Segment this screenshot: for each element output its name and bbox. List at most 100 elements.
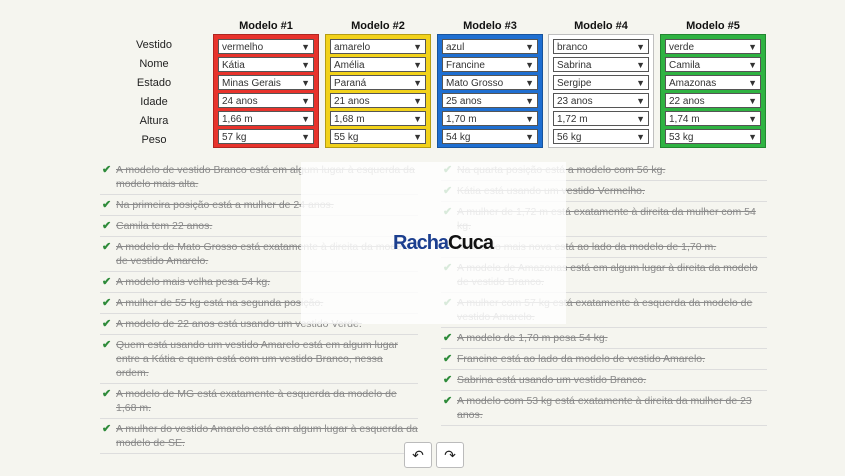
select-value: Francine bbox=[446, 60, 485, 71]
racha-cuca-logo: RachaCuca bbox=[393, 232, 494, 254]
attribute-select[interactable]: Mato Grosso ▼ bbox=[442, 75, 538, 90]
check-icon: ✔ bbox=[443, 374, 453, 386]
attribute-select[interactable]: 56 kg ▼ bbox=[553, 129, 649, 144]
chevron-down-icon: ▼ bbox=[636, 78, 645, 88]
chevron-down-icon: ▼ bbox=[413, 132, 422, 142]
chevron-down-icon: ▼ bbox=[748, 78, 757, 88]
chevron-down-icon: ▼ bbox=[525, 60, 534, 70]
attribute-select[interactable]: 57 kg ▼ bbox=[218, 129, 314, 144]
check-icon: ✔ bbox=[102, 241, 112, 253]
model-box: verde ▼ Camila ▼ Amazonas ▼ 22 anos ▼ 1,74 m ▼ 53 … bbox=[660, 34, 766, 148]
clue-item[interactable]: ✔ A modelo com 53 kg está exatamente à di… bbox=[441, 391, 767, 426]
select-value: 1,74 m bbox=[669, 114, 700, 125]
attribute-select[interactable]: 53 kg ▼ bbox=[665, 129, 761, 144]
chevron-down-icon: ▼ bbox=[413, 60, 422, 70]
clue-item[interactable]: ✔ Quem está usando um vestido Amarelo est… bbox=[100, 335, 418, 384]
attribute-select[interactable]: 24 anos ▼ bbox=[218, 93, 314, 108]
select-value: 57 kg bbox=[222, 132, 247, 143]
row-label: Altura bbox=[139, 115, 169, 127]
clue-item[interactable]: ✔ A modelo de MG está exatamente à esquer… bbox=[100, 384, 418, 419]
attribute-select[interactable]: Kátia ▼ bbox=[218, 57, 314, 72]
select-value: Mato Grosso bbox=[446, 78, 504, 89]
attribute-select[interactable]: 1,66 m ▼ bbox=[218, 111, 314, 126]
redo-button[interactable]: ↷ bbox=[436, 442, 464, 468]
row-label: Peso bbox=[141, 134, 167, 146]
chevron-down-icon: ▼ bbox=[748, 96, 757, 106]
attribute-select[interactable]: Sergipe ▼ bbox=[553, 75, 649, 90]
clue-item[interactable]: ✔ Francine está ao lado da modelo de vest… bbox=[441, 349, 767, 370]
attribute-select[interactable]: Amélia ▼ bbox=[330, 57, 426, 72]
select-value: azul bbox=[446, 42, 465, 53]
model-box: amarelo ▼ Amélia ▼ Paraná ▼ 21 anos ▼ 1,68 m ▼ 55 … bbox=[325, 34, 431, 148]
select-value: 53 kg bbox=[669, 132, 694, 143]
attribute-select[interactable]: 1,68 m ▼ bbox=[330, 111, 426, 126]
clue-text: A modelo mais velha pesa 54 kg. bbox=[116, 276, 271, 288]
chevron-down-icon: ▼ bbox=[748, 132, 757, 142]
clue-text: A modelo com 53 kg está exatamente à dir… bbox=[457, 395, 752, 421]
attribute-select[interactable]: Minas Gerais ▼ bbox=[218, 75, 314, 90]
select-value: 56 kg bbox=[557, 132, 582, 143]
select-value: 1,68 m bbox=[334, 114, 365, 125]
attribute-select[interactable]: 23 anos ▼ bbox=[553, 93, 649, 108]
select-value: 22 anos bbox=[669, 96, 705, 107]
clue-text: Francine está ao lado da modelo de vesti… bbox=[457, 353, 706, 365]
attribute-select[interactable]: azul ▼ bbox=[442, 39, 538, 54]
redo-icon: ↷ bbox=[444, 447, 456, 463]
attribute-select[interactable]: 21 anos ▼ bbox=[330, 93, 426, 108]
chevron-down-icon: ▼ bbox=[636, 42, 645, 52]
clue-text: Camila tem 22 anos. bbox=[116, 220, 213, 232]
select-value: 25 anos bbox=[446, 96, 482, 107]
attribute-select[interactable]: 54 kg ▼ bbox=[442, 129, 538, 144]
attribute-select[interactable]: verde ▼ bbox=[665, 39, 761, 54]
attribute-select[interactable]: 1,74 m ▼ bbox=[665, 111, 761, 126]
select-value: 1,72 m bbox=[557, 114, 588, 125]
select-value: verde bbox=[669, 42, 695, 53]
check-icon: ✔ bbox=[102, 423, 112, 435]
clue-item[interactable]: ✔ A mulher do vestido Amarelo está em alg… bbox=[100, 419, 418, 454]
chevron-down-icon: ▼ bbox=[636, 60, 645, 70]
attribute-select[interactable]: Francine ▼ bbox=[442, 57, 538, 72]
attribute-select[interactable]: amarelo ▼ bbox=[330, 39, 426, 54]
select-value: 1,66 m bbox=[222, 114, 253, 125]
select-value: Amazonas bbox=[669, 78, 717, 89]
check-icon: ✔ bbox=[102, 339, 112, 351]
chevron-down-icon: ▼ bbox=[748, 60, 757, 70]
chevron-down-icon: ▼ bbox=[636, 132, 645, 142]
chevron-down-icon: ▼ bbox=[525, 78, 534, 88]
attribute-select[interactable]: Paraná ▼ bbox=[330, 75, 426, 90]
attribute-select[interactable]: Sabrina ▼ bbox=[553, 57, 649, 72]
select-value: 1,70 m bbox=[446, 114, 477, 125]
undo-button[interactable]: ↶ bbox=[404, 442, 432, 468]
select-value: branco bbox=[557, 42, 588, 53]
check-icon: ✔ bbox=[102, 388, 112, 400]
attribute-select[interactable]: 1,70 m ▼ bbox=[442, 111, 538, 126]
attribute-select[interactable]: Camila ▼ bbox=[665, 57, 761, 72]
attribute-select[interactable]: 25 anos ▼ bbox=[442, 93, 538, 108]
attribute-select[interactable]: branco ▼ bbox=[553, 39, 649, 54]
model-column: Modelo #4 branco ▼ Sabrina ▼ Sergipe ▼ 23 anos ▼… bbox=[548, 18, 654, 148]
chevron-down-icon: ▼ bbox=[748, 42, 757, 52]
clue-text: A mulher do vestido Amarelo está em algu… bbox=[116, 423, 418, 449]
select-value: 23 anos bbox=[557, 96, 593, 107]
clue-item[interactable]: ✔ Sabrina está usando um vestido Branco. bbox=[441, 370, 767, 391]
select-value: vermelho bbox=[222, 42, 264, 53]
check-icon: ✔ bbox=[102, 276, 112, 288]
attribute-select[interactable]: 1,72 m ▼ bbox=[553, 111, 649, 126]
attribute-select[interactable]: 22 anos ▼ bbox=[665, 93, 761, 108]
select-value: 55 kg bbox=[334, 132, 359, 143]
chevron-down-icon: ▼ bbox=[525, 96, 534, 106]
attribute-select[interactable]: 55 kg ▼ bbox=[330, 129, 426, 144]
clue-text: A mulher de 55 kg está na segunda posiçã… bbox=[116, 297, 324, 309]
model-box: branco ▼ Sabrina ▼ Sergipe ▼ 23 anos ▼ 1,72 m ▼ 56… bbox=[548, 34, 654, 148]
select-value: 24 anos bbox=[222, 96, 258, 107]
chevron-down-icon: ▼ bbox=[413, 42, 422, 52]
clue-item[interactable]: ✔ A modelo de 1,70 m pesa 54 kg. bbox=[441, 328, 767, 349]
undo-icon: ↶ bbox=[412, 447, 424, 463]
chevron-down-icon: ▼ bbox=[525, 114, 534, 124]
attribute-select[interactable]: vermelho ▼ bbox=[218, 39, 314, 54]
clue-text: A modelo de MG está exatamente à esquerd… bbox=[116, 388, 397, 414]
model-box: vermelho ▼ Kátia ▼ Minas Gerais ▼ 24 anos ▼ 1,66… bbox=[213, 34, 319, 148]
attribute-select[interactable]: Amazonas ▼ bbox=[665, 75, 761, 90]
chevron-down-icon: ▼ bbox=[301, 132, 310, 142]
chevron-down-icon: ▼ bbox=[301, 78, 310, 88]
